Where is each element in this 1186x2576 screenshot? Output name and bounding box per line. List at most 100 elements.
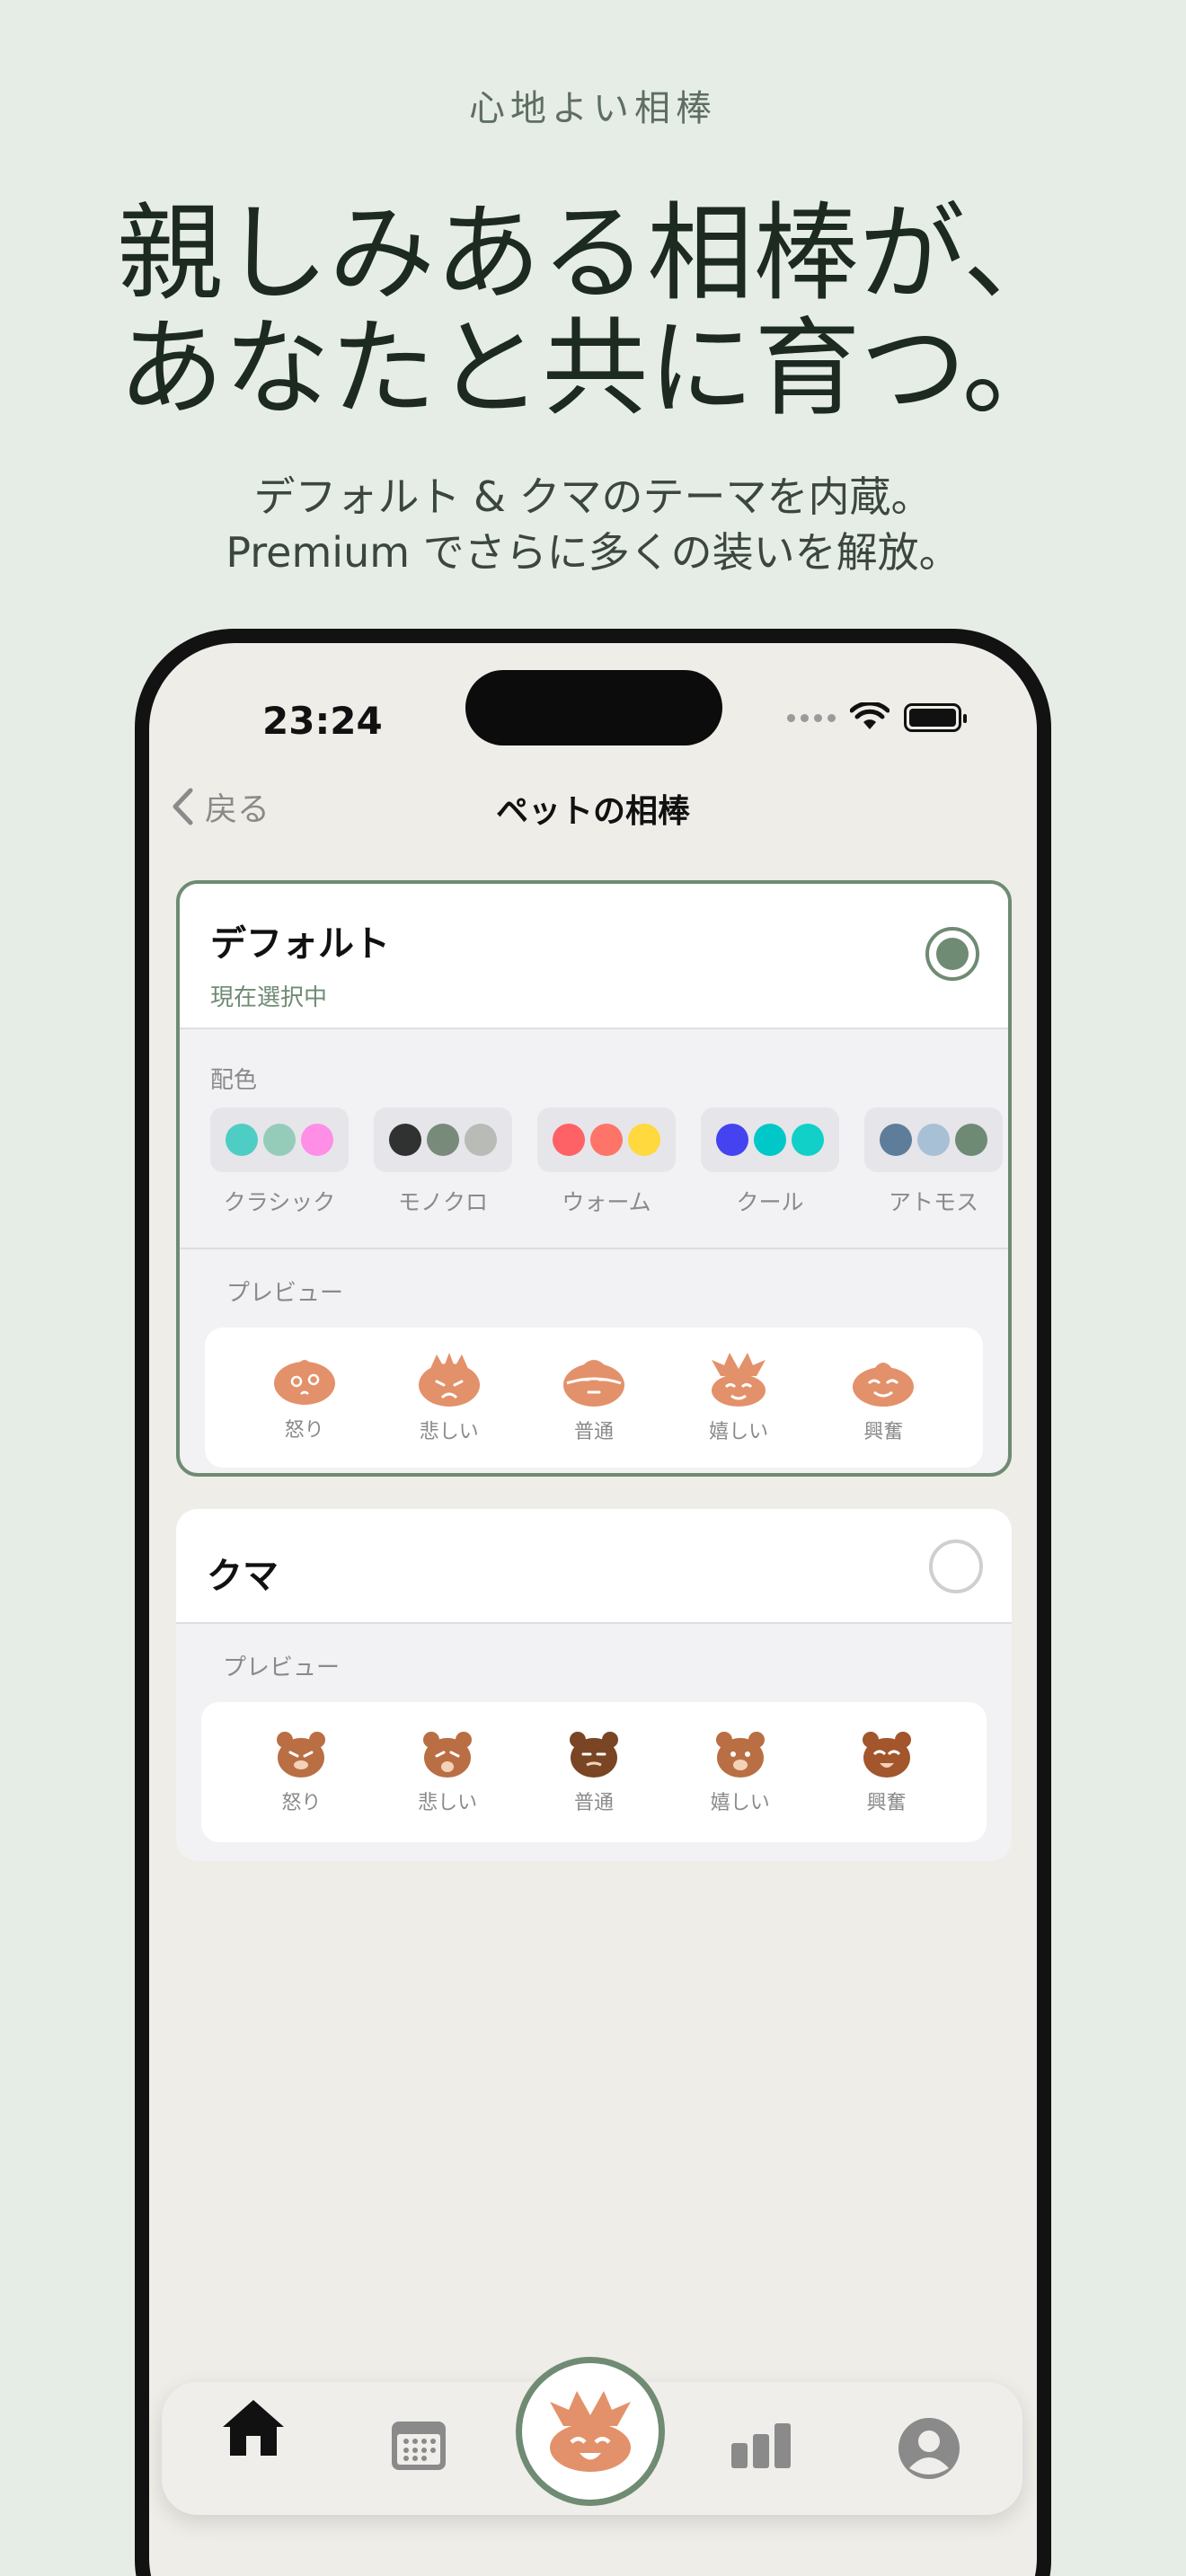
palette-swatch [537, 1107, 676, 1172]
bear-angry-icon [277, 1732, 326, 1778]
mood-label: 普通 [573, 1421, 614, 1443]
palette-option-atmos[interactable]: アトモス [864, 1107, 1003, 1217]
theme-status: 現在選択中 [210, 984, 328, 1011]
mood-item: 興奮 [833, 1729, 941, 1815]
pet-happy-icon [712, 1353, 766, 1407]
subline-line-2: Premium でさらに多くの装いを解放。 [226, 528, 960, 577]
mood-label: 悲しい [419, 1421, 479, 1443]
mood-label: 興奮 [863, 1421, 904, 1443]
color-dot [792, 1124, 824, 1156]
pet-excited-icon [853, 1363, 915, 1407]
color-dot [880, 1124, 912, 1156]
mood-item: 怒り [251, 1353, 358, 1442]
pet-icon [550, 2391, 631, 2472]
palette-name: アトモス [888, 1189, 978, 1215]
stats-icon [731, 2423, 791, 2468]
theme-card-header[interactable]: デフォルト 現在選択中 [180, 884, 1008, 1028]
subline: デフォルト & クマのテーマを内蔵。 Premium でさらに多くの装いを解放。 [0, 469, 1186, 580]
mood-item: 悲しい [394, 1729, 501, 1815]
color-dot [754, 1124, 786, 1156]
color-dot [389, 1124, 421, 1156]
bear-neutral-icon [569, 1732, 618, 1778]
pet-angry-icon [273, 1360, 335, 1405]
theme-radio-selected[interactable] [925, 927, 979, 981]
palette-name: クラシック [223, 1189, 336, 1215]
theme-card-default[interactable]: デフォルト 現在選択中 配色 クラシック モノクロ ウォーム クール アトモス … [176, 880, 1012, 1477]
color-dot [590, 1124, 623, 1156]
mood-item: 興奮 [829, 1351, 937, 1444]
mood-label: 嬉しい [709, 1421, 769, 1443]
tab-stats[interactable] [730, 2422, 792, 2472]
color-dot [301, 1124, 333, 1156]
pet-neutral-icon [562, 1360, 624, 1407]
color-dot [955, 1124, 987, 1156]
palette-option-mono[interactable]: モノクロ [374, 1107, 512, 1217]
bear-happy-icon [715, 1732, 765, 1778]
battery-icon [904, 703, 967, 732]
status-icons [787, 702, 967, 733]
palette-name: ウォーム [562, 1189, 651, 1215]
palette-option-cool[interactable]: クール [701, 1107, 839, 1217]
color-dot [465, 1124, 497, 1156]
theme-radio-unselected[interactable] [929, 1539, 983, 1593]
color-dot [427, 1124, 459, 1156]
phone-frame: 23:24 戻る ペットの相棒 デフォルト 現在選択中 配色 クラシック モノク… [135, 629, 1051, 2576]
mood-item: 嬉しい [685, 1351, 792, 1444]
mood-label: 興奮 [866, 1792, 907, 1814]
headline-line-1: 親しみある相棒が、 [117, 191, 1069, 315]
pet-center-button[interactable] [516, 2357, 665, 2506]
color-dot [716, 1124, 748, 1156]
mood-label: 怒り [281, 1792, 322, 1814]
mood-label: 嬉しい [710, 1792, 770, 1814]
palette-option-classic[interactable]: クラシック [210, 1107, 349, 1217]
palette-swatch [374, 1107, 512, 1172]
subline-line-1: デフォルト & クマのテーマを内蔵。 [253, 472, 933, 521]
pet-sad-icon [418, 1353, 480, 1407]
palette-swatch [210, 1107, 349, 1172]
palette-swatch [864, 1107, 1003, 1172]
tab-profile[interactable] [897, 2416, 961, 2484]
mood-item: 普通 [540, 1351, 648, 1444]
palette-option-warm[interactable]: ウォーム [537, 1107, 676, 1217]
color-dot [263, 1124, 296, 1156]
theme-name: デフォルト [210, 923, 390, 965]
eyebrow-text: 心地よい相棒 [469, 88, 717, 129]
bear-sad-icon [423, 1732, 473, 1778]
palette-name: モノクロ [397, 1189, 488, 1215]
theme-card-bear[interactable]: クマ プレビュー 怒り 悲しい 普通 嬉しい 興奮 [176, 1509, 1012, 1861]
phone-screen: 23:24 戻る ペットの相棒 デフォルト 現在選択中 配色 クラシック モノク… [149, 643, 1037, 2576]
signal-dots-icon [787, 713, 836, 722]
dynamic-island [465, 670, 722, 745]
mood-label: 怒り [284, 1419, 324, 1442]
theme-name: クマ [207, 1556, 279, 1597]
preview-section-label: プレビュー [223, 1654, 341, 1681]
mood-item: 普通 [540, 1729, 648, 1815]
mood-item: 怒り [247, 1729, 355, 1815]
color-dot [226, 1124, 258, 1156]
profile-icon [898, 2418, 960, 2479]
color-dot [628, 1124, 660, 1156]
calendar-icon [392, 2422, 446, 2470]
palette-swatch [701, 1107, 839, 1172]
mood-item: 悲しい [395, 1351, 503, 1444]
palette-section-label: 配色 [210, 1067, 258, 1094]
headline-line-2: あなたと共に育つ。 [118, 306, 1068, 430]
headline: 親しみある相棒が、 あなたと共に育つ。 [0, 196, 1186, 426]
bear-excited-icon [862, 1732, 911, 1778]
home-icon [223, 2400, 284, 2456]
theme-card-header[interactable]: クマ [176, 1509, 1012, 1622]
color-dot [917, 1124, 950, 1156]
bear-preview-row: 怒り 悲しい 普通 嬉しい 興奮 [201, 1702, 987, 1842]
tab-calendar[interactable] [390, 2418, 447, 2475]
mood-item: 嬉しい [686, 1729, 794, 1815]
navigation-bar: 戻る ペットの相棒 [149, 778, 1037, 850]
palette-name: クール [736, 1189, 804, 1215]
tab-home[interactable] [219, 2395, 288, 2463]
mood-label: 普通 [573, 1792, 614, 1814]
palette-list: クラシック モノクロ ウォーム クール アトモス [180, 1107, 1008, 1217]
wifi-icon [850, 702, 890, 729]
status-time: 23:24 [262, 699, 383, 743]
mood-label: 悲しい [418, 1792, 478, 1814]
color-dot [553, 1124, 585, 1156]
page-title: ペットの相棒 [495, 793, 690, 830]
